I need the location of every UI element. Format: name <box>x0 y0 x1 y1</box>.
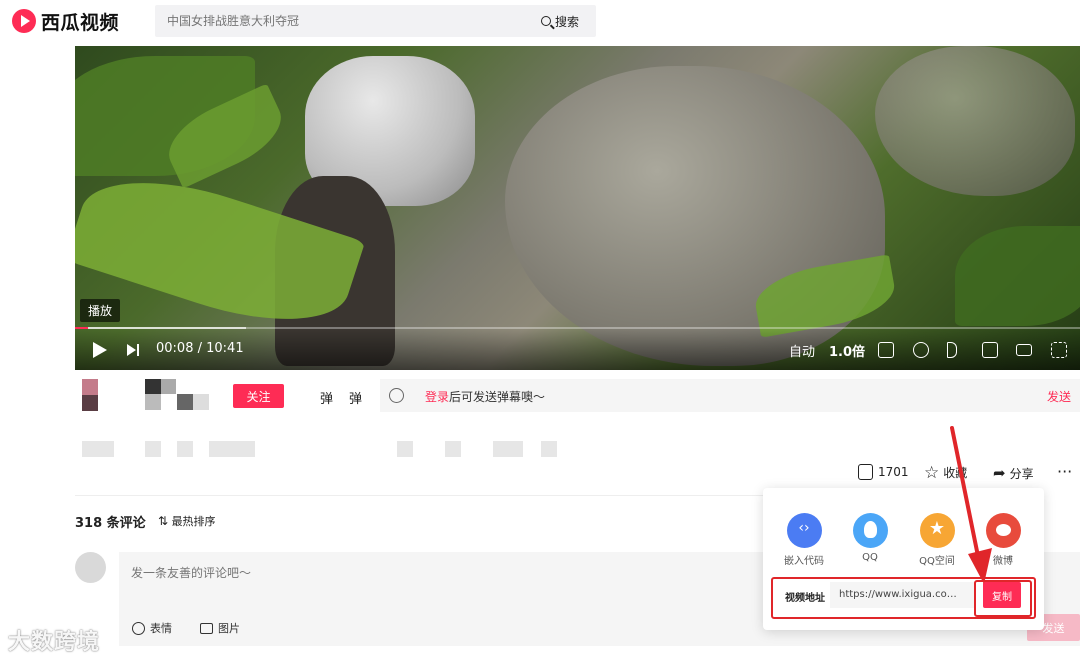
play-tooltip: 播放 <box>80 299 121 322</box>
author-name-blurred <box>145 394 161 410</box>
blurred-title <box>493 441 523 457</box>
play-icon[interactable] <box>93 342 107 358</box>
annotation-arrow-icon <box>950 426 992 584</box>
sort-by-hot-button[interactable]: ⇅ 最热排序 <box>158 513 216 529</box>
share-arrow-icon: ➦ <box>993 464 1006 482</box>
share-qq[interactable]: QQ <box>842 513 898 563</box>
danmaku-settings-button[interactable]: 弹 <box>349 388 362 407</box>
top-header: 西瓜视频 搜索 <box>0 0 1080 44</box>
duration: 10:41 <box>206 341 244 356</box>
share-button[interactable]: ➦ 分享 <box>993 464 1034 482</box>
share-item-label: 嵌入代码 <box>784 556 824 567</box>
author-name-blurred <box>161 379 176 394</box>
progress-played <box>75 327 89 329</box>
author-name-blurred <box>177 394 193 410</box>
time-separator: / <box>193 341 207 356</box>
share-embed-code[interactable]: 嵌入代码 <box>776 513 832 567</box>
blurred-title <box>177 441 193 457</box>
qq-icon <box>852 513 888 548</box>
search-button-label: 搜索 <box>555 14 580 29</box>
widescreen-icon[interactable] <box>1016 344 1032 356</box>
time-readout: 00:08 / 10:41 <box>156 341 244 356</box>
share-label: 分享 <box>1009 466 1034 481</box>
image-icon <box>200 622 213 634</box>
danmaku-login-link[interactable]: 登录 <box>425 388 449 405</box>
mini-player-icon[interactable] <box>878 342 894 358</box>
star-icon: ☆ <box>924 462 940 483</box>
sort-label: 最热排序 <box>171 515 216 528</box>
image-label: 图片 <box>218 622 240 635</box>
blurred-title <box>209 441 255 457</box>
emoji-label: 表情 <box>150 622 172 635</box>
video-frame-leaf-4 <box>955 226 1080 326</box>
comment-image-button[interactable]: 图片 <box>200 620 240 636</box>
follow-button[interactable]: 关注 <box>233 384 284 408</box>
search-icon <box>541 16 551 26</box>
volume-icon[interactable] <box>947 342 957 358</box>
blurred-title <box>82 441 114 457</box>
danmaku-toggle-button[interactable]: 弹 <box>320 388 333 407</box>
share-item-label: QQ <box>862 552 878 563</box>
blurred-title <box>445 441 461 457</box>
more-options-button[interactable]: ··· <box>1057 462 1072 481</box>
player-controls: 00:08 / 10:41 自动 1.0倍 <box>75 330 1080 370</box>
danmaku-input-bar: 登录 后可发送弹幕噢～ 发送 <box>380 379 1080 412</box>
like-button[interactable]: 1701 <box>858 464 909 480</box>
blurred-title <box>145 441 161 457</box>
danmaku-hint-text: 后可发送弹幕噢～ <box>449 390 546 404</box>
comment-emoji-button[interactable]: 表情 <box>132 620 172 636</box>
speed-selector[interactable]: 1.0倍 <box>829 341 865 360</box>
sort-icon: ⇅ <box>158 514 169 528</box>
current-time: 00:08 <box>156 341 194 356</box>
thumbs-up-icon <box>858 464 873 480</box>
danmaku-send-button[interactable]: 发送 <box>1047 388 1071 405</box>
current-user-avatar <box>75 552 106 583</box>
video-player[interactable]: 播放 00:08 / 10:41 自动 1.0倍 <box>75 46 1080 370</box>
xigua-logo-icon[interactable] <box>12 9 36 33</box>
author-avatar[interactable] <box>82 379 98 411</box>
comment-count: 318 条评论 <box>75 516 146 531</box>
search-input[interactable] <box>167 11 527 31</box>
next-episode-icon[interactable] <box>127 344 141 356</box>
logo-text[interactable]: 西瓜视频 <box>41 8 119 35</box>
quality-selector[interactable]: 自动 <box>789 341 815 360</box>
video-frame-rock-2 <box>875 46 1075 196</box>
comment-input[interactable] <box>131 564 631 582</box>
search-button[interactable]: 搜索 <box>541 5 596 37</box>
section-divider <box>75 495 765 496</box>
fullscreen-icon[interactable] <box>1051 342 1067 358</box>
progress-bar[interactable] <box>75 327 1080 329</box>
emoji-icon[interactable] <box>389 388 404 403</box>
picture-in-picture-icon[interactable] <box>982 342 998 358</box>
blurred-title <box>541 441 557 457</box>
smiley-icon <box>132 621 145 635</box>
watermark-logo: 大数跨境 <box>8 630 101 655</box>
embed-code-icon <box>786 513 822 548</box>
progress-buffer <box>75 327 246 329</box>
like-count: 1701 <box>878 465 909 479</box>
author-name-blurred <box>193 394 209 410</box>
settings-gear-icon[interactable] <box>913 342 929 358</box>
blurred-title <box>397 441 413 457</box>
search-bar: 搜索 <box>155 5 596 37</box>
author-name-blurred <box>145 379 161 394</box>
